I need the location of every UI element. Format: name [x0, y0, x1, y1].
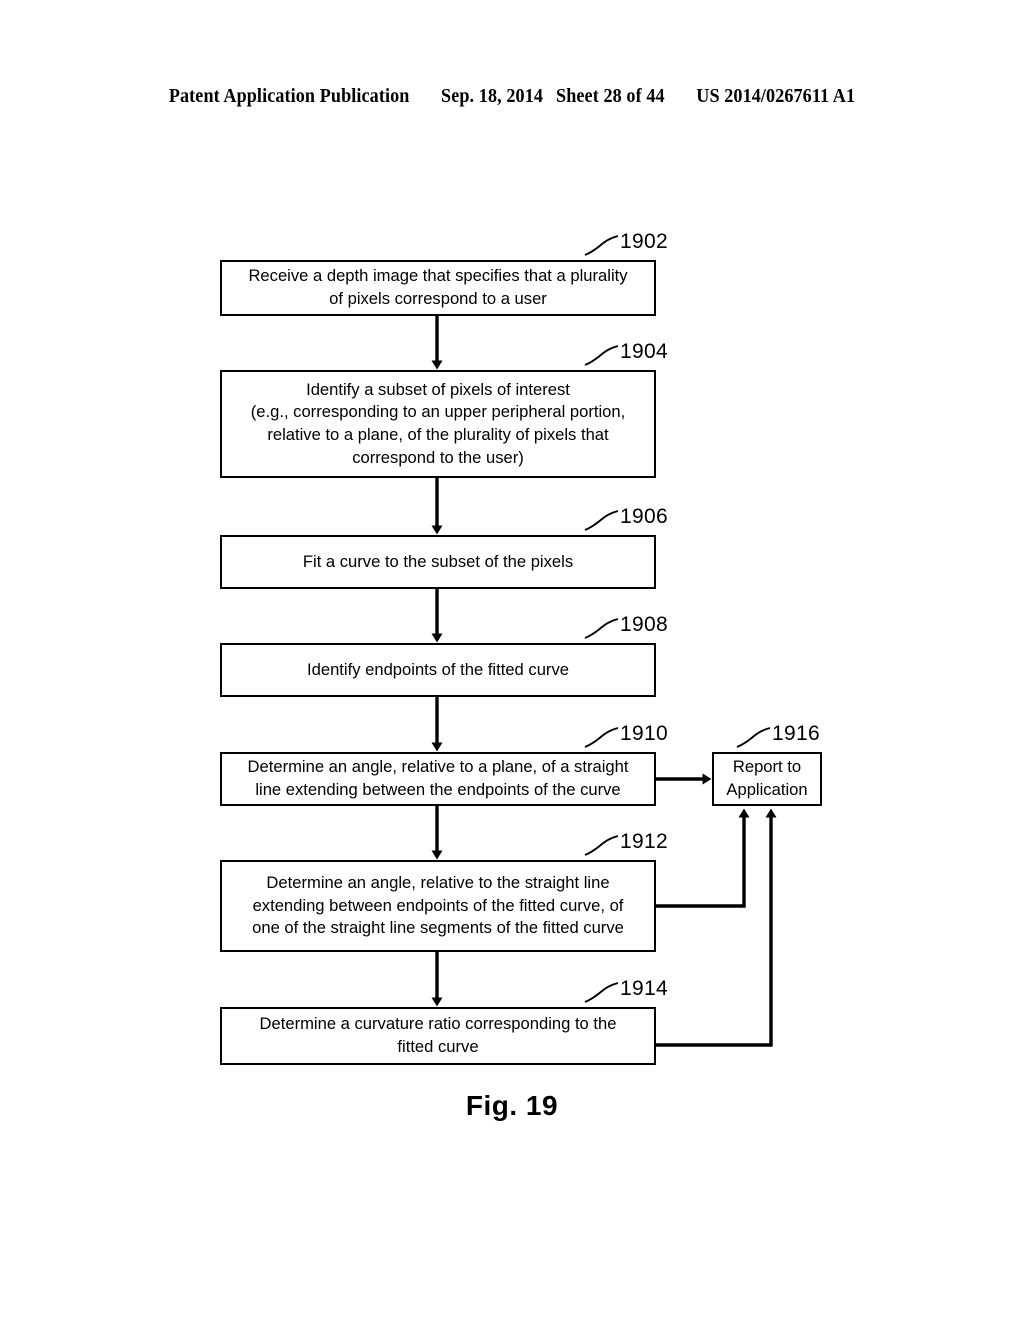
process-box-1902: Receive a depth image that specifies tha… [220, 260, 656, 316]
reference-numeral-1914: 1914 [620, 977, 668, 1000]
process-box-1910-label: Determine an angle, relative to a plane,… [247, 757, 629, 799]
reference-numeral-1910: 1910 [620, 722, 668, 745]
leader-line-1912 [584, 835, 619, 856]
leader-line-1904 [584, 345, 619, 366]
reference-numeral-1902: 1902 [620, 230, 668, 253]
process-box-1914: Determine a curvature ratio correspondin… [220, 1007, 656, 1065]
process-box-1916-report-to-application: Report to Application [712, 752, 822, 806]
leader-line-1914 [584, 982, 619, 1003]
process-box-1910: Determine an angle, relative to a plane,… [220, 752, 656, 806]
process-box-1908-label: Identify endpoints of the fitted curve [307, 659, 569, 679]
process-box-1912: Determine an angle, relative to the stra… [220, 860, 656, 952]
reference-numeral-1912: 1912 [620, 830, 668, 853]
process-box-1906: Fit a curve to the subset of the pixels [220, 535, 656, 589]
connector-1914-to-1916 [656, 808, 777, 1047]
process-box-1912-label: Determine an angle, relative to the stra… [252, 873, 624, 938]
process-box-1906-label: Fit a curve to the subset of the pixels [302, 551, 574, 571]
process-box-1902-label: Receive a depth image that specifies tha… [248, 266, 628, 308]
process-box-1908: Identify endpoints of the fitted curve [220, 643, 656, 697]
reference-numeral-1904: 1904 [620, 340, 668, 363]
figure-caption: Fig. 19 [465, 1090, 559, 1121]
process-box-1916-label: Report to Application [726, 757, 808, 799]
leader-line-1916 [736, 727, 771, 748]
process-box-1904: Identify a subset of pixels of interest … [220, 370, 656, 478]
process-box-1914-label: Determine a curvature ratio correspondin… [259, 1014, 617, 1056]
leader-line-1902 [584, 235, 619, 256]
leader-line-1906 [584, 510, 619, 531]
leader-line-1910 [584, 727, 619, 748]
reference-numeral-1906: 1906 [620, 505, 668, 528]
flowchart-diagram: Receive a depth image that specifies tha… [0, 0, 1024, 1320]
reference-numeral-1908: 1908 [620, 613, 668, 636]
connector-1912-to-1916 [656, 808, 750, 908]
process-box-1904-label: Identify a subset of pixels of interest … [250, 379, 626, 467]
reference-numeral-1916: 1916 [772, 722, 820, 745]
leader-line-1908 [584, 618, 619, 639]
